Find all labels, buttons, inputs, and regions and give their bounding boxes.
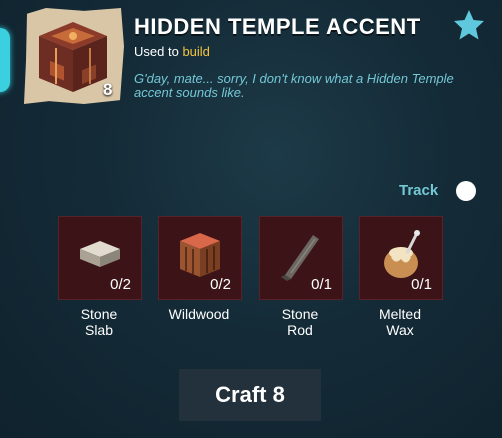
ingredient-name-line1: Melted: [378, 306, 422, 322]
item-count-badge: 8: [103, 80, 113, 99]
track-toggle[interactable]: [456, 181, 476, 201]
ingredient-name-line1: Wildwood: [168, 306, 230, 322]
ingredient-qty: 0/2: [210, 276, 231, 293]
favorite-star-icon[interactable]: [452, 8, 486, 42]
ingredient-name-line1: Stone: [80, 306, 118, 322]
item-description: G'day, mate... sorry, I don't know what …: [134, 71, 454, 100]
side-tab-handle[interactable]: [0, 28, 10, 92]
ingredient-name: Melted Wax: [350, 306, 450, 338]
ingredient-slot-melted-wax[interactable]: 0/1: [359, 216, 443, 300]
ingredient-qty: 0/2: [110, 276, 131, 293]
track-label[interactable]: Track: [399, 182, 438, 199]
ingredient-slot-stone-rod[interactable]: 0/1: [259, 216, 343, 300]
melted-wax-icon: [384, 230, 420, 278]
wildwood-icon: [180, 233, 220, 277]
ingredient-name-line1: Stone: [281, 306, 319, 322]
ingredient-name-line2: Slab: [84, 322, 114, 338]
ingredient-name-line2: Wax: [386, 322, 414, 338]
craft-button[interactable]: Craft 8: [179, 369, 321, 421]
item-title: HIDDEN TEMPLE ACCENT: [134, 14, 421, 39]
stone-rod-icon: [281, 235, 319, 281]
used-to-build-link[interactable]: build: [182, 44, 209, 59]
ingredient-name: Stone Slab: [49, 306, 149, 338]
ingredient-slot-wildwood[interactable]: 0/2: [158, 216, 242, 300]
ingredient-name: Wildwood: [149, 306, 249, 322]
ingredient-slot-stone-slab[interactable]: 0/2: [58, 216, 142, 300]
used-to-line: Used to build: [134, 44, 210, 59]
hidden-temple-accent-icon: [39, 22, 107, 92]
stone-slab-icon: [80, 241, 120, 267]
ingredient-qty: 0/1: [311, 276, 332, 293]
used-to-prefix: Used to: [134, 44, 179, 59]
ingredient-qty: 0/1: [411, 276, 432, 293]
ingredient-name: Stone Rod: [250, 306, 350, 338]
ingredient-name-line2: Rod: [287, 322, 313, 338]
